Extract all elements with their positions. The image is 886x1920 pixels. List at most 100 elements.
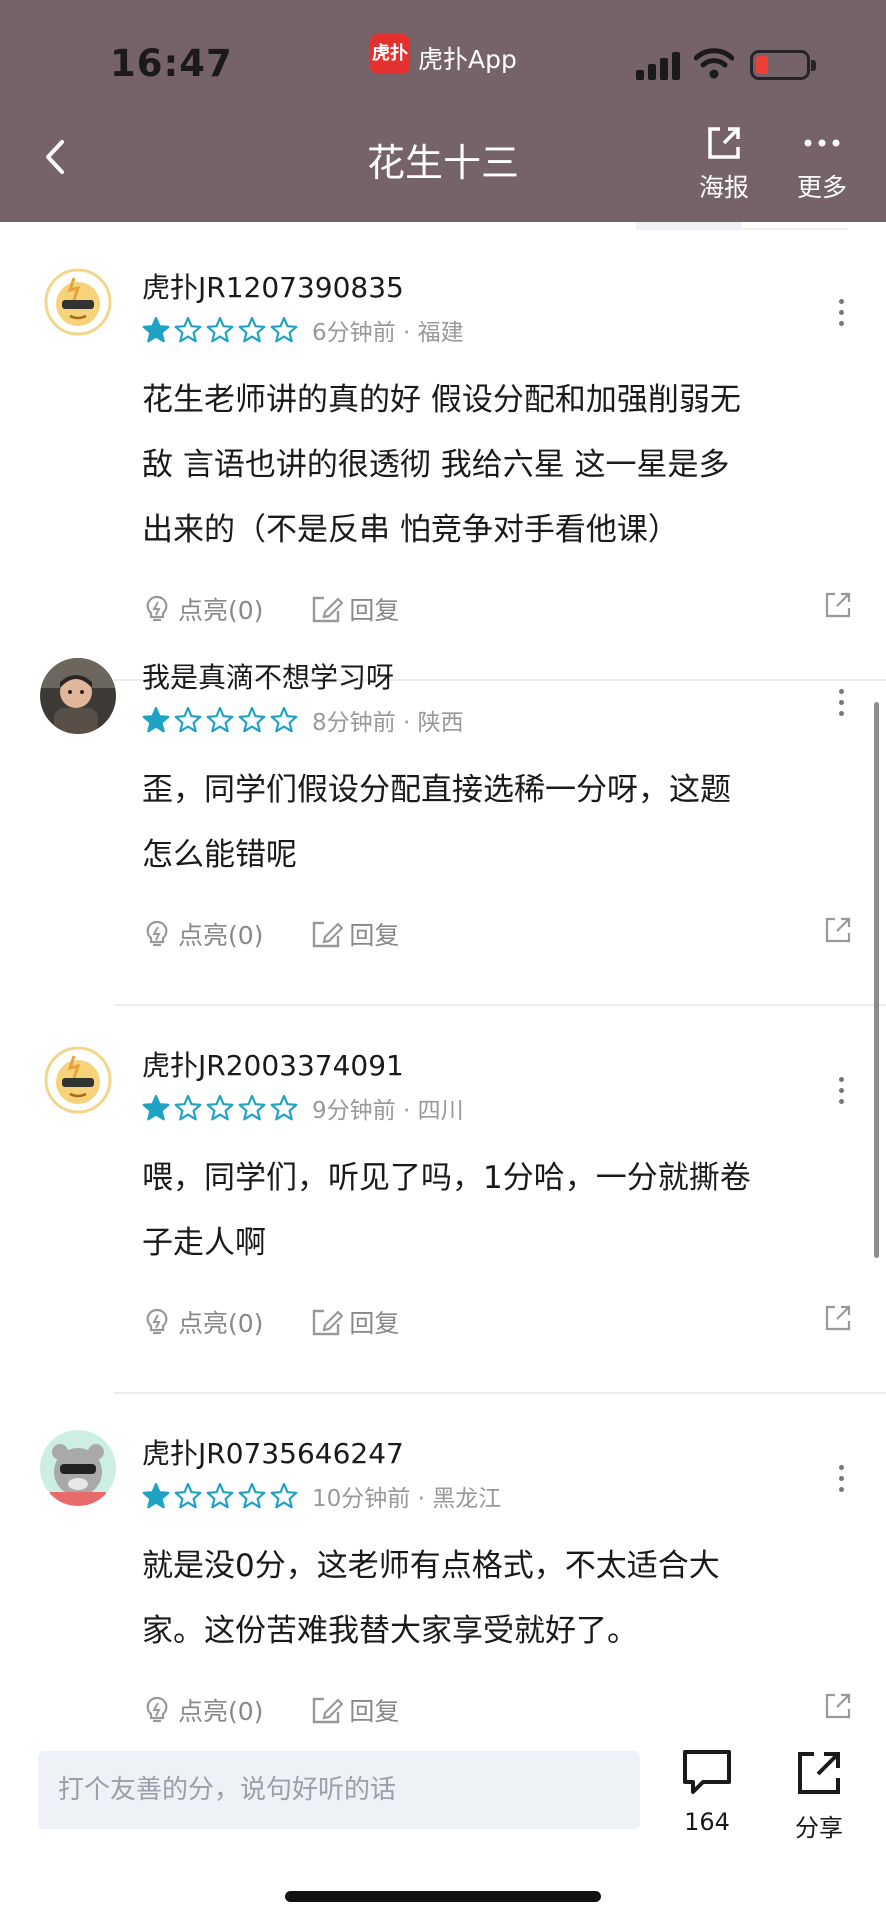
comment-username[interactable]: 虎扑JR1207390835 — [142, 266, 404, 306]
comment-text-line: 子走人啊 — [142, 1225, 266, 1261]
like-label: 点亮(0) — [178, 921, 264, 950]
comment-text: 歪，同学们假设分配直接选稀一分呀，这题 怎么能错呢 — [142, 758, 852, 888]
comment-actions: 点亮(0) 回复 — [142, 1690, 852, 1730]
star-empty-icon — [206, 706, 234, 733]
star-empty-icon — [174, 1482, 202, 1509]
edit-reply-icon — [313, 596, 344, 623]
top-bar: 16:47 虎扑 虎扑App 花生十三 海报 更多 — [0, 0, 886, 222]
lightbulb-icon — [146, 920, 168, 947]
comment-text-line: 歪，同学们假设分配直接选稀一分呀，这题 — [142, 772, 731, 808]
comment-actions: 点亮(0) 回复 — [142, 1302, 852, 1342]
star-empty-icon — [206, 316, 234, 343]
star-empty-icon — [174, 316, 202, 343]
share-comment-icon[interactable] — [824, 1692, 852, 1724]
comment-text-line: 敌 言语也讲的很透彻 我给六星 这一星是多 — [142, 447, 730, 483]
star-empty-icon — [270, 706, 298, 733]
share-comment-icon[interactable] — [824, 1304, 852, 1336]
star-rating: 8分钟前 · 陕西 — [142, 702, 464, 738]
avatar[interactable] — [40, 658, 116, 734]
more-label: 更多 — [796, 173, 847, 202]
reply-button[interactable]: 回复 — [311, 591, 399, 627]
nav-bar: 花生十三 海报 更多 — [0, 110, 886, 222]
comment-text: 就是没0分，这老师有点格式，不太适合大 家。这份苦难我替大家享受就好了。 — [142, 1534, 852, 1664]
lightbulb-icon — [146, 595, 168, 622]
tab-indicator — [636, 222, 848, 230]
star-empty-icon — [238, 706, 266, 733]
star-empty-icon — [206, 1482, 234, 1509]
reply-button[interactable]: 回复 — [311, 916, 399, 952]
comment-text-line: 出来的（不是反串 怕竞争对手看他课） — [142, 512, 679, 548]
reply-label: 回复 — [349, 596, 400, 625]
battery-icon — [750, 50, 816, 80]
share-button[interactable]: 分享 — [779, 1748, 859, 1843]
star-filled-icon — [142, 706, 170, 733]
comment-meta: 10分钟前 · 黑龙江 — [312, 1486, 502, 1512]
comment-meta: 9分钟前 · 四川 — [312, 1098, 464, 1124]
like-label: 点亮(0) — [178, 1309, 264, 1338]
lightbulb-icon — [146, 1696, 168, 1723]
divider — [114, 1392, 886, 1394]
star-empty-icon — [238, 1094, 266, 1121]
avatar[interactable] — [40, 1430, 116, 1506]
comment-text-line: 花生老师讲的真的好 假设分配和加强削弱无 — [142, 382, 741, 418]
reply-button[interactable]: 回复 — [311, 1304, 399, 1340]
comment-more-button[interactable] — [826, 1458, 856, 1498]
like-label: 点亮(0) — [178, 1697, 264, 1726]
like-button[interactable]: 点亮(0) — [142, 916, 263, 952]
like-label: 点亮(0) — [178, 596, 264, 625]
comment-text-line: 怎么能错呢 — [142, 837, 297, 873]
comment-more-button[interactable] — [826, 292, 856, 332]
poster-label: 海报 — [698, 173, 749, 202]
more-dots-icon — [782, 120, 862, 166]
comment-bubble-icon — [683, 1750, 731, 1794]
like-button[interactable]: 点亮(0) — [142, 1692, 263, 1728]
edit-reply-icon — [313, 1697, 344, 1724]
like-button[interactable]: 点亮(0) — [142, 591, 263, 627]
comment-text-line: 家。这份苦难我替大家享受就好了。 — [142, 1613, 638, 1649]
comment-meta: 8分钟前 · 陕西 — [312, 710, 464, 736]
poster-button[interactable]: 海报 — [684, 120, 764, 204]
avatar[interactable] — [40, 264, 116, 340]
comment-actions: 点亮(0) 回复 — [142, 589, 852, 629]
comment-text-line: 喂，同学们，听见了吗，1分哈，一分就撕卷 — [142, 1160, 751, 1196]
comment-username[interactable]: 虎扑JR0735646247 — [142, 1432, 404, 1472]
avatar[interactable] — [40, 1042, 116, 1118]
share-out-icon — [684, 120, 764, 166]
share-comment-icon[interactable] — [824, 591, 852, 623]
more-button[interactable]: 更多 — [782, 120, 862, 204]
comment-text: 喂，同学们，听见了吗，1分哈，一分就撕卷 子走人啊 — [142, 1146, 852, 1276]
edit-reply-icon — [313, 1309, 344, 1336]
star-empty-icon — [270, 1482, 298, 1509]
bottom-bar: 打个友善的分，说句好听的话 164 分享 — [0, 1726, 886, 1920]
comment-username[interactable]: 虎扑JR2003374091 — [142, 1044, 404, 1084]
star-filled-icon — [142, 1094, 170, 1121]
comments-button[interactable]: 164 — [667, 1748, 747, 1836]
cellular-signal-icon — [636, 50, 684, 80]
comment-text-line: 就是没0分，这老师有点格式，不太适合大 — [142, 1548, 720, 1584]
star-empty-icon — [238, 316, 266, 343]
lightbulb-icon — [146, 1308, 168, 1335]
star-filled-icon — [142, 316, 170, 343]
edit-reply-icon — [313, 921, 344, 948]
star-empty-icon — [270, 316, 298, 343]
comment-more-button[interactable] — [826, 1070, 856, 1110]
comment-username[interactable]: 我是真滴不想学习呀 — [142, 656, 394, 696]
comment-more-button[interactable] — [826, 682, 856, 722]
status-bar: 16:47 虎扑 虎扑App — [0, 0, 886, 110]
share-comment-icon[interactable] — [824, 916, 852, 948]
like-button[interactable]: 点亮(0) — [142, 1304, 263, 1340]
reply-label: 回复 — [349, 921, 400, 950]
star-rating: 10分钟前 · 黑龙江 — [142, 1478, 501, 1514]
star-empty-icon — [238, 1482, 266, 1509]
reply-button[interactable]: 回复 — [311, 1692, 399, 1728]
comment-input[interactable]: 打个友善的分，说句好听的话 — [38, 1751, 640, 1829]
status-time: 16:47 — [110, 42, 233, 85]
star-rating: 9分钟前 · 四川 — [142, 1090, 464, 1126]
share-label: 分享 — [795, 1814, 843, 1842]
divider — [114, 1004, 886, 1006]
reply-label: 回复 — [349, 1309, 400, 1338]
reply-label: 回复 — [349, 1697, 400, 1726]
star-filled-icon — [142, 1482, 170, 1509]
scrollbar[interactable] — [874, 702, 879, 1258]
share-out-icon — [798, 1752, 840, 1794]
